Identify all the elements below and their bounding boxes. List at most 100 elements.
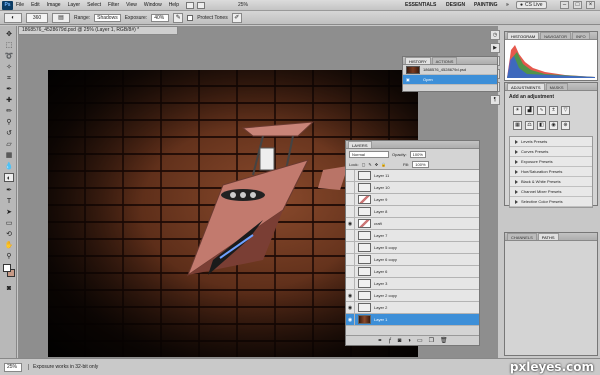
protect-tones-checkbox[interactable] <box>187 14 194 21</box>
preset-selective-color[interactable]: Selective Color Presets <box>510 197 592 207</box>
quick-select-tool-icon[interactable]: ✧ <box>4 63 14 72</box>
foreground-color-swatch[interactable] <box>3 264 11 272</box>
visibility-empty-icon[interactable] <box>346 229 355 242</box>
eyedropper-tool-icon[interactable]: ✒ <box>4 85 14 94</box>
menu-select[interactable]: Select <box>87 2 101 8</box>
burn-tool-icon[interactable]: ◐ <box>4 173 14 182</box>
crop-tool-icon[interactable]: ⌗ <box>4 74 14 83</box>
tab-histogram[interactable]: HISTOGRAM <box>507 32 540 39</box>
menu-view[interactable]: View <box>126 2 137 8</box>
eraser-tool-icon[interactable]: ▱ <box>4 140 14 149</box>
new-group-icon[interactable]: ▭ <box>417 337 423 344</box>
lock-all-icon[interactable]: 🔒 <box>381 162 386 167</box>
history-snapshot[interactable]: 1868576_4528679d.psd <box>403 65 497 75</box>
layer-row[interactable]: Layer 6 <box>346 265 479 278</box>
tab-history[interactable]: HISTORY <box>405 57 431 64</box>
move-tool-icon[interactable]: ✥ <box>4 30 14 39</box>
cs-live-button[interactable]: ● CS Live <box>516 1 547 9</box>
bridge-icon[interactable] <box>185 1 194 9</box>
airbrush-toggle[interactable]: ✎ <box>173 12 184 23</box>
preset-black-white[interactable]: Black & White Presets <box>510 177 592 187</box>
pen-tool-icon[interactable]: ✒ <box>4 186 14 195</box>
menu-image[interactable]: Image <box>47 2 61 8</box>
gradient-tool-icon[interactable]: ▦ <box>4 151 14 160</box>
layer-row[interactable]: Layer 7 <box>346 229 479 242</box>
lock-position-icon[interactable]: ✥ <box>375 162 378 167</box>
link-layers-icon[interactable]: ⚭ <box>377 337 382 344</box>
layer-row[interactable]: ◉ Layer 2 copy <box>346 289 479 302</box>
workspace-more-chevron[interactable]: » <box>506 2 509 8</box>
blend-mode-select[interactable]: Normal <box>349 151 389 158</box>
tab-info[interactable]: INFO <box>572 32 590 39</box>
workspace-design[interactable]: DESIGN <box>446 2 465 8</box>
clone-stamp-tool-icon[interactable]: ⚲ <box>4 118 14 127</box>
menu-file[interactable]: File <box>16 2 24 8</box>
minimize-icon[interactable]: – <box>560 1 569 9</box>
lock-pixels-icon[interactable]: ✎ <box>368 162 371 167</box>
preset-levels[interactable]: Levels Presets <box>510 137 592 147</box>
restore-icon[interactable]: □ <box>573 1 582 9</box>
color-balance-icon[interactable]: ⚖ <box>525 121 534 130</box>
path-select-tool-icon[interactable]: ➤ <box>4 208 14 217</box>
3d-rotate-tool-icon[interactable]: ⟲ <box>4 230 14 239</box>
layer-row[interactable]: Layer 10 <box>346 181 479 194</box>
visibility-eye-icon[interactable]: ◉ <box>346 313 355 326</box>
tab-adjustments[interactable]: ADJUSTMENTS <box>507 83 545 90</box>
brightness-contrast-icon[interactable]: ☀ <box>513 106 522 115</box>
hue-saturation-icon[interactable]: ▦ <box>513 121 522 130</box>
layer-row[interactable]: Layer 6 copy <box>346 253 479 266</box>
document-tab[interactable]: 1868576_4528679d.psd @ 25% (Layer 1, RGB… <box>18 26 178 35</box>
history-step[interactable]: ▣ Open <box>403 75 497 85</box>
opacity-input[interactable]: 100% <box>409 151 426 158</box>
visibility-eye-icon[interactable]: ◉ <box>346 301 355 314</box>
delete-layer-icon[interactable]: 🗑 <box>440 337 448 344</box>
lock-transparency-icon[interactable]: ▢ <box>362 162 366 167</box>
preset-channel-mixer[interactable]: Channel Mixer Presets <box>510 187 592 197</box>
workspace-essentials[interactable]: ESSENTIALS <box>405 2 436 8</box>
lasso-tool-icon[interactable]: ➰ <box>4 52 14 61</box>
visibility-empty-icon[interactable] <box>346 181 355 194</box>
brush-tool-icon[interactable]: ✏ <box>4 107 14 116</box>
menu-filter[interactable]: Filter <box>108 2 119 8</box>
tab-actions[interactable]: ACTIONS <box>431 57 458 64</box>
levels-icon[interactable]: ▟ <box>525 106 534 115</box>
visibility-empty-icon[interactable] <box>346 169 355 182</box>
range-select[interactable]: Shadows <box>94 13 121 22</box>
photo-filter-icon[interactable]: ◉ <box>549 121 558 130</box>
curves-icon[interactable]: ∿ <box>537 106 546 115</box>
close-icon[interactable]: × <box>586 1 595 9</box>
preset-hue-saturation[interactable]: Hue/Saturation Presets <box>510 167 592 177</box>
brush-panel-toggle[interactable]: ▤ <box>52 12 70 23</box>
exposure-icon[interactable]: ± <box>549 106 558 115</box>
visibility-eye-icon[interactable]: ◉ <box>346 289 355 302</box>
preset-exposure[interactable]: Exposure Presets <box>510 157 592 167</box>
dock-history-icon[interactable]: ◷ <box>490 30 500 40</box>
layer-row[interactable]: Layer 5 copy <box>346 241 479 254</box>
visibility-empty-icon[interactable] <box>346 265 355 278</box>
zoom-level-menu[interactable]: 25% <box>238 2 248 8</box>
tablet-pressure-toggle[interactable]: ✐ <box>231 12 242 23</box>
healing-brush-tool-icon[interactable]: ✚ <box>4 96 14 105</box>
black-white-icon[interactable]: ◧ <box>537 121 546 130</box>
tab-layers[interactable]: LAYERS <box>348 141 372 148</box>
history-brush-tool-icon[interactable]: ↺ <box>4 129 14 138</box>
menu-window[interactable]: Window <box>144 2 162 8</box>
hand-tool-icon[interactable]: ✋ <box>4 241 14 250</box>
quick-mask-icon[interactable]: ◙ <box>4 284 14 293</box>
visibility-empty-icon[interactable] <box>346 205 355 218</box>
menu-help[interactable]: Help <box>169 2 179 8</box>
marquee-tool-icon[interactable]: ⬚ <box>4 41 14 50</box>
add-mask-icon[interactable]: ◙ <box>398 338 402 344</box>
layer-row[interactable]: Layer 9 <box>346 193 479 206</box>
tab-paths[interactable]: PATHS <box>537 233 559 240</box>
tab-channels[interactable]: CHANNELS <box>507 233 537 240</box>
visibility-empty-icon[interactable] <box>346 277 355 290</box>
dock-paragraph-icon[interactable]: ¶ <box>490 95 500 105</box>
adjustment-layer-icon[interactable]: ◑ <box>407 338 411 344</box>
type-tool-icon[interactable]: T <box>4 197 14 206</box>
layer-row[interactable]: ◉ craft <box>346 217 479 230</box>
visibility-eye-icon[interactable]: ◉ <box>346 217 355 230</box>
tab-masks[interactable]: MASKS <box>545 83 568 90</box>
tool-preset-picker[interactable]: ◐ <box>4 12 22 23</box>
channel-mixer-icon[interactable]: ⊕ <box>561 121 570 130</box>
